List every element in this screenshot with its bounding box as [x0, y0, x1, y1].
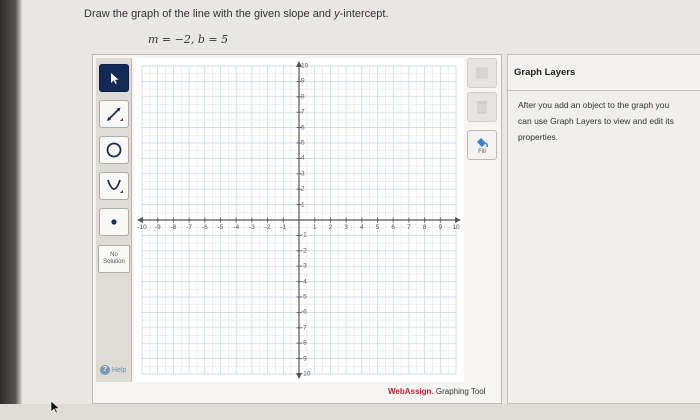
point-tool-button[interactable] — [99, 208, 129, 236]
parabola-tool-button[interactable] — [99, 172, 129, 200]
y-tick-label: -7 — [301, 324, 307, 332]
x-tick-label: -2 — [264, 224, 271, 231]
fill-button[interactable]: Fill — [467, 130, 497, 160]
point-icon — [111, 219, 117, 225]
y-tick-label: -2 — [301, 247, 307, 255]
x-tick-label: -3 — [249, 224, 255, 231]
line-tool-button[interactable] — [99, 100, 129, 128]
parabola-icon — [107, 179, 123, 193]
x-tick-label: -8 — [170, 224, 177, 231]
trash-icon — [477, 101, 487, 114]
y-tick-label: -4 — [301, 278, 307, 286]
x-tick-label: 9 — [438, 224, 443, 231]
y-tick-label: 8 — [301, 93, 305, 101]
y-tick-label: -5 — [301, 293, 307, 301]
x-tick-label: -4 — [233, 224, 240, 231]
webassign-branding: WebAssign. Graphing Tool — [388, 387, 486, 396]
graph-toolbar: No Solution — [96, 58, 132, 382]
help-icon: ? — [100, 365, 110, 375]
y-tick-label: 10 — [301, 62, 309, 70]
y-tick-label: 6 — [301, 124, 305, 132]
y-tick-label: 5 — [301, 139, 305, 147]
graph-canvas[interactable]: -10 -9 -8 -7 -6 -5 -4 -3 -2 -1 1 2 3 4 5 6 7 8 9 10 10 9 8 7 6 5 4… — [134, 58, 464, 382]
arrow-pointer-icon — [111, 73, 119, 84]
x-tick-label: 7 — [407, 224, 411, 231]
y-tick-label: 4 — [301, 154, 305, 162]
mouse-cursor-icon — [50, 400, 61, 414]
y-tick-label: -6 — [301, 308, 307, 316]
x-tick-label: 8 — [422, 224, 427, 231]
y-tick-label: 2 — [301, 185, 305, 193]
graph-layers-title[interactable]: Graph Layers — [508, 55, 700, 91]
y-tick-label: 7 — [301, 108, 305, 116]
x-tick-label: -10 — [137, 224, 147, 231]
screen-bezel — [0, 0, 22, 420]
line-icon — [107, 107, 123, 121]
circle-icon — [106, 142, 122, 158]
x-tick-label: -6 — [201, 224, 208, 231]
y-tick-label: -8 — [301, 339, 307, 347]
y-tick-label: -1 — [301, 231, 307, 239]
paint-bucket-icon — [477, 137, 489, 147]
x-tick-label: 6 — [391, 224, 395, 231]
graph-layers-panel: Graph Layers After you add an object to … — [507, 54, 700, 404]
y-tick-label: -10 — [301, 370, 311, 378]
y-tick-label: 3 — [301, 170, 305, 178]
x-tick-label: -5 — [217, 224, 224, 231]
right-toolbar: Fill — [464, 58, 500, 178]
x-tick-label: 5 — [375, 224, 380, 231]
x-tick-label: 3 — [344, 224, 348, 231]
delete-icon — [476, 67, 488, 79]
x-tick-label: -1 — [280, 224, 287, 231]
y-tick-label: 1 — [301, 201, 305, 209]
delete-layer-button[interactable] — [467, 58, 497, 88]
graph-layers-description: After you add an object to the graph you… — [518, 100, 674, 142]
y-tick-label: -9 — [301, 355, 307, 363]
question-text: Draw the graph of the line with the give… — [84, 8, 389, 20]
y-tick-label: -3 — [301, 262, 307, 270]
equation-label: m = −2, b = 5 — [148, 33, 229, 46]
x-tick-label: -9 — [154, 224, 161, 231]
x-tick-label: 2 — [328, 224, 333, 231]
x-tick-label: 1 — [312, 224, 317, 231]
trash-button[interactable] — [467, 92, 497, 122]
circle-tool-button[interactable] — [99, 136, 129, 164]
x-tick-label: 10 — [452, 224, 460, 231]
x-tick-label: 4 — [359, 224, 364, 231]
page-bottom — [0, 404, 700, 420]
pointer-tool-button[interactable] — [99, 64, 129, 92]
x-tick-label: -7 — [186, 224, 192, 231]
help-link[interactable]: ? Help — [100, 365, 126, 375]
coordinate-grid[interactable] — [134, 58, 464, 382]
no-solution-button[interactable]: No Solution — [98, 245, 130, 273]
y-tick-label: 9 — [301, 77, 305, 85]
